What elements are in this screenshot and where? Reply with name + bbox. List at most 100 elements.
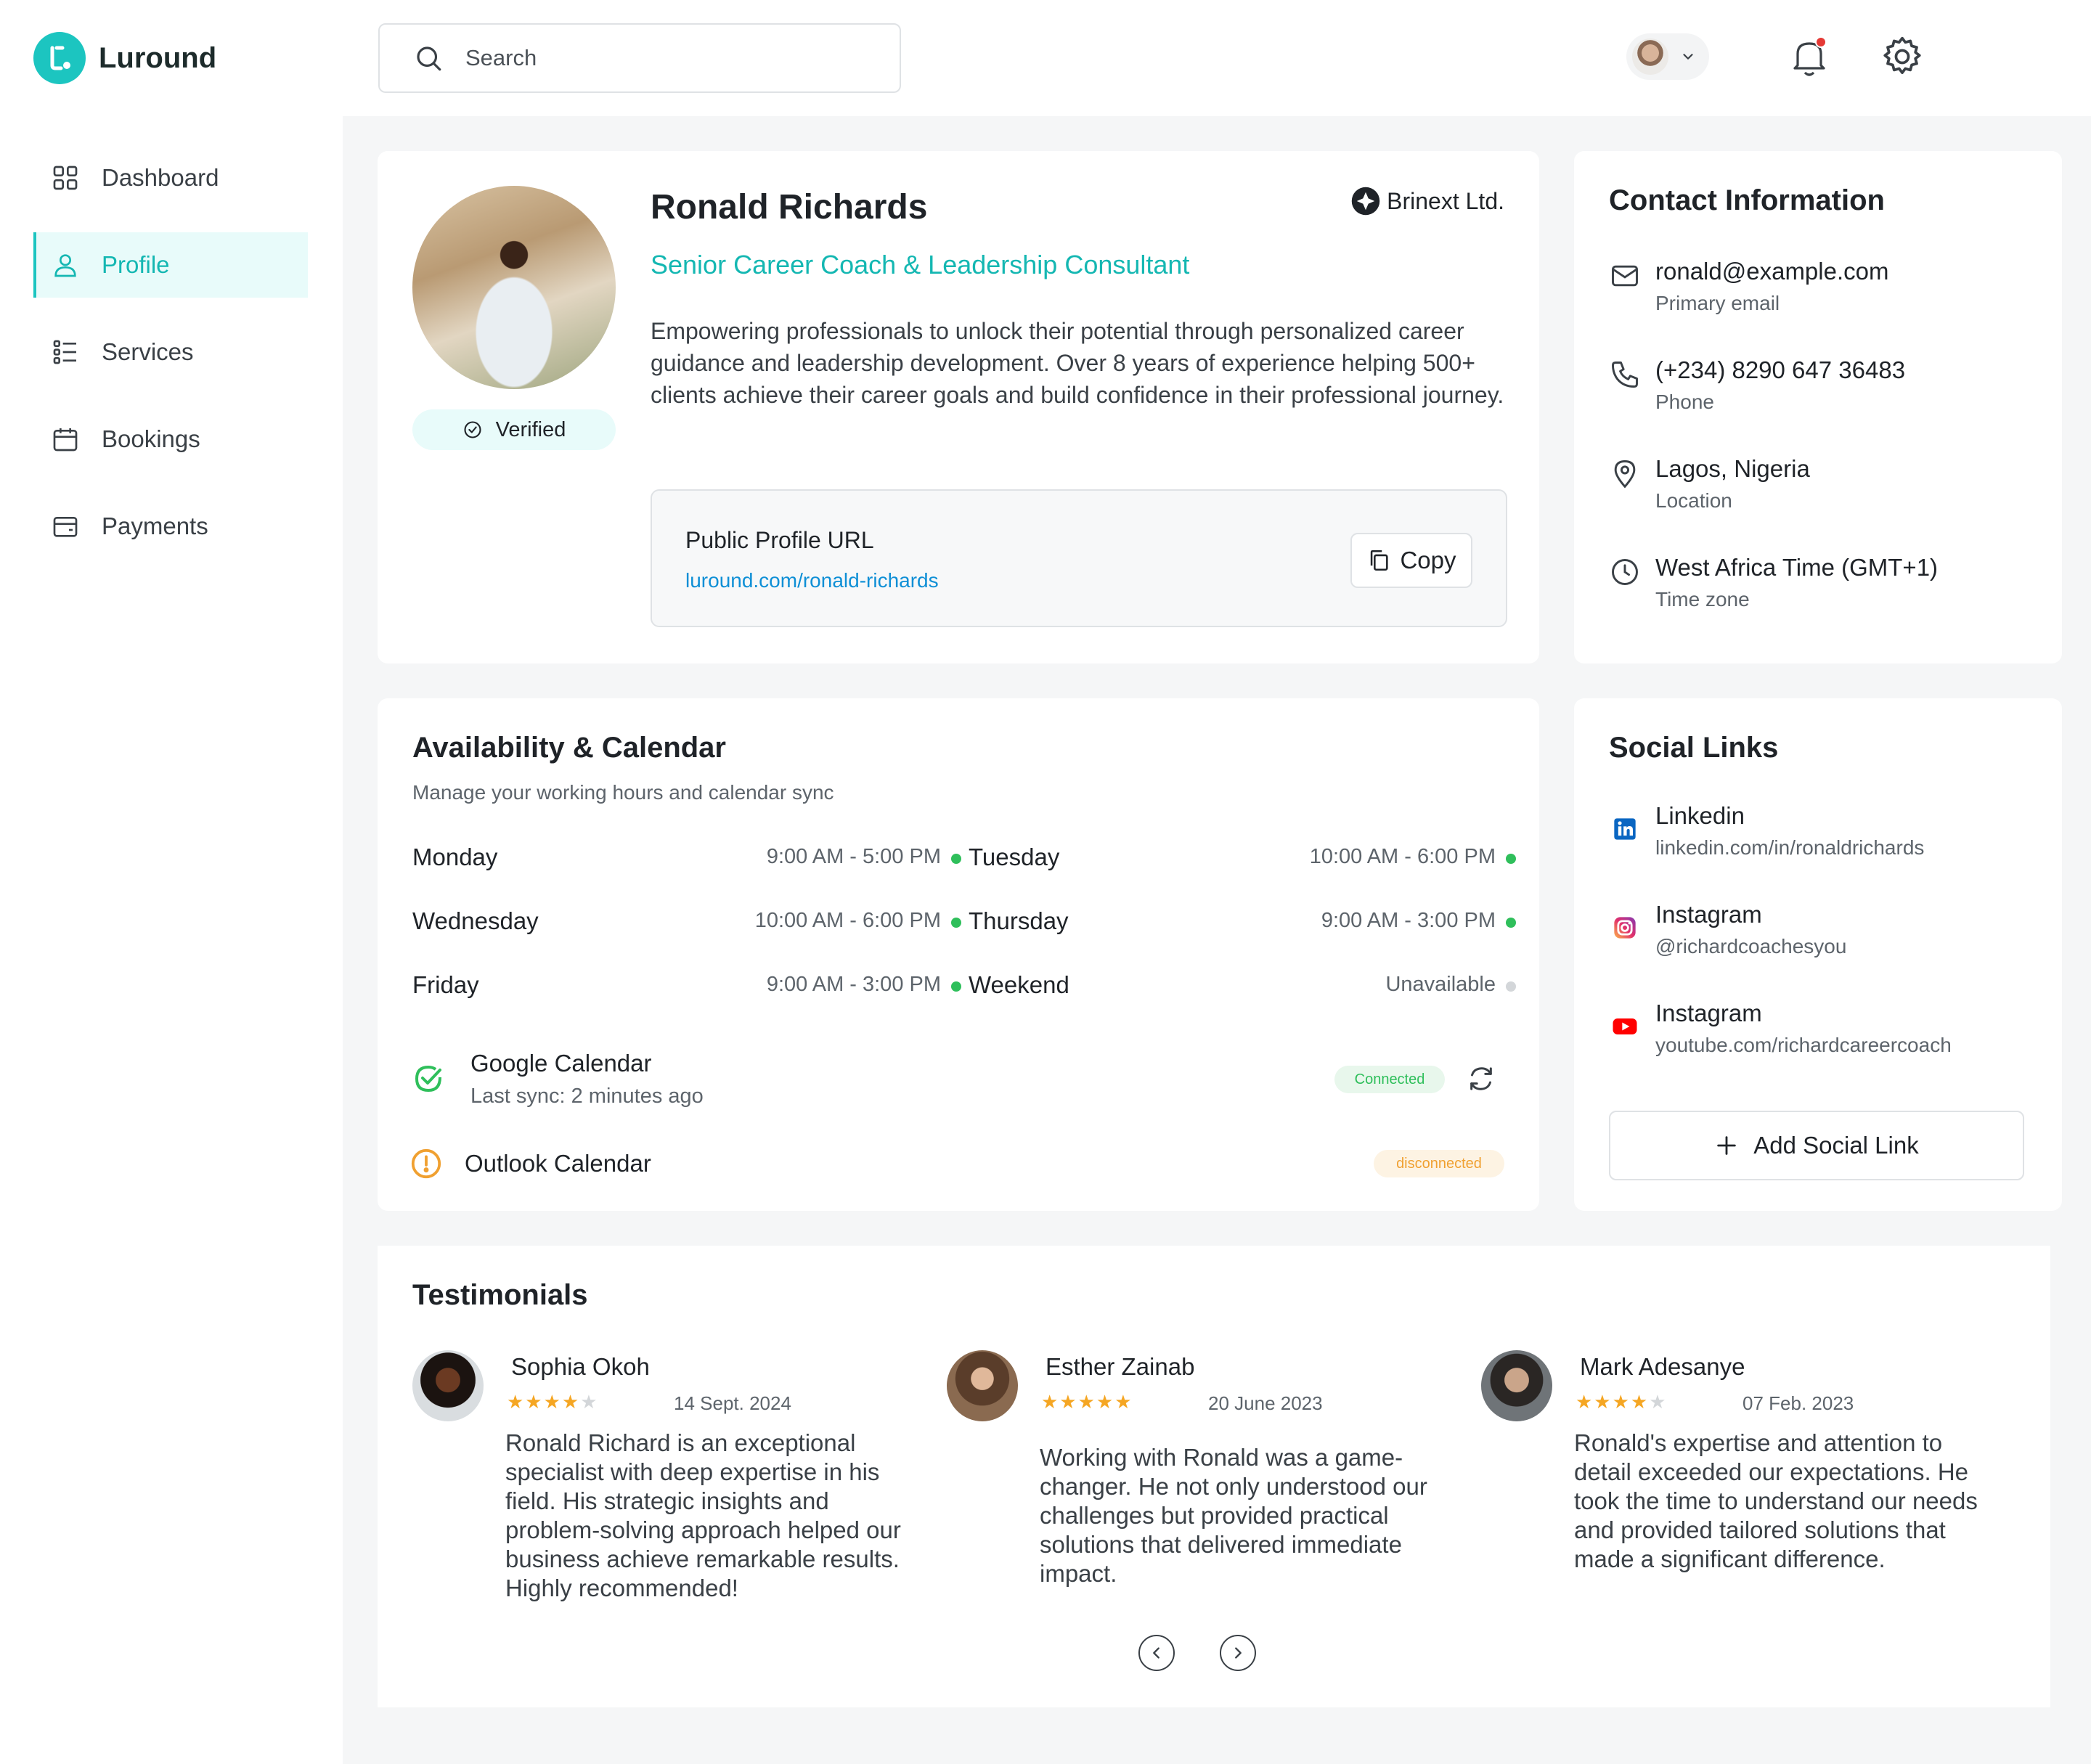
testimonial-text: Working with Ronald was a game-changer. …: [1040, 1444, 1427, 1587]
top-bar: [343, 0, 2091, 116]
mail-icon: [1612, 265, 1638, 287]
social-name: Linkedin: [1655, 802, 1745, 829]
add-social-link-button[interactable]: Add Social Link: [1609, 1111, 2024, 1180]
sidebar-item-payments[interactable]: Payments: [33, 494, 308, 559]
day-weekend: Weekend: [969, 971, 1069, 998]
clock-icon: [1612, 559, 1638, 585]
social-handle: youtube.com/richardcareercoach: [1655, 1034, 1952, 1056]
timezone-value: West Africa Time (GMT+1): [1655, 554, 1939, 581]
sidebar-item-profile[interactable]: Profile: [33, 232, 308, 298]
public-url-box: Public Profile URL luround.com/ronald-ri…: [651, 489, 1507, 627]
account-menu[interactable]: [1626, 33, 1709, 80]
testimonial-date: 07 Feb. 2023: [1742, 1392, 1854, 1414]
contact-timezone: West Africa Time (GMT+1) Time zone: [1609, 553, 1938, 611]
email-label: Primary email: [1655, 292, 1780, 314]
status-dot: [1506, 981, 1516, 992]
testimonial-text: Ronald's expertise and attention to deta…: [1574, 1429, 1978, 1572]
testimonial-author: Esther Zainab: [1046, 1353, 1195, 1380]
hours-tuesday: 10:00 AM - 6:00 PM: [1309, 845, 1496, 868]
next-button[interactable]: [1220, 1635, 1256, 1671]
day-wednesday: Wednesday: [412, 907, 539, 934]
avatar: [1632, 38, 1668, 75]
sidebar-item-dashboard[interactable]: Dashboard: [33, 145, 308, 211]
calendar-icon: [53, 428, 78, 452]
google-calendar-sync: Last sync: 2 minutes ago: [470, 1085, 704, 1108]
timezone-label: Time zone: [1655, 588, 1750, 611]
warning-circle-icon: [411, 1148, 441, 1179]
profile-name: Ronald Richards: [651, 188, 928, 226]
youtube-icon: [1613, 1018, 1637, 1034]
hours-wednesday: 10:00 AM - 6:00 PM: [754, 909, 941, 932]
brand-logo[interactable]: Luround: [33, 32, 216, 84]
social-link-youtube[interactable]: Instagram youtube.com/richardcareercoach: [1609, 999, 1952, 1057]
company-logo-icon: [1351, 187, 1380, 216]
plus-icon: [1717, 1136, 1736, 1155]
status-badge: disconnected: [1374, 1150, 1504, 1177]
sidebar-item-bookings[interactable]: Bookings: [33, 407, 308, 472]
social-link-instagram[interactable]: Instagram @richardcoachesyou: [1609, 900, 1846, 958]
sidebar-item-label: Payments: [102, 513, 208, 539]
phone-icon: [1612, 362, 1638, 388]
main-content: Verified Ronald Richards Brinext Ltd. Se…: [343, 116, 2091, 1764]
hours-monday: 9:00 AM - 5:00 PM: [766, 845, 941, 868]
company-name: Brinext Ltd.: [1387, 187, 1504, 214]
location-label: Location: [1655, 489, 1732, 512]
social-name: Instagram: [1655, 901, 1762, 928]
search-input[interactable]: [465, 45, 872, 71]
day-tuesday: Tuesday: [969, 844, 1060, 870]
sidebar: Luround Dashboard Profile Services Booki…: [0, 0, 343, 1764]
avatar: [412, 1350, 484, 1421]
sidebar-item-services[interactable]: Services: [33, 319, 308, 385]
location-pin-icon: [1614, 460, 1636, 489]
luround-logo-icon: [33, 32, 86, 84]
day-monday: Monday: [412, 844, 498, 870]
hours-weekend: Unavailable: [1385, 973, 1496, 996]
social-links-card: Social Links Linkedin linkedin.com/in/ron…: [1574, 698, 2062, 1211]
notifications-button[interactable]: [1786, 33, 1833, 80]
social-handle: linkedin.com/in/ronaldrichards: [1655, 836, 1925, 859]
phone-value: (+234) 8290 647 36483: [1655, 356, 1906, 383]
sidebar-item-label: Services: [102, 338, 194, 365]
testimonial-text: Ronald Richard is an exceptional special…: [505, 1429, 901, 1601]
sidebar-item-label: Profile: [102, 251, 170, 278]
social-link-linkedin[interactable]: Linkedin linkedin.com/in/ronaldrichards: [1609, 801, 1924, 859]
copy-icon: [1371, 550, 1389, 571]
day-thursday: Thursday: [969, 907, 1069, 934]
refresh-icon[interactable]: [1467, 1064, 1496, 1093]
avatar: [1481, 1350, 1552, 1421]
testimonials-card: Testimonials Sophia Okoh ★★★★★ 14 Sept. …: [378, 1246, 2050, 1707]
verified-label: Verified: [495, 417, 566, 441]
contact-location: Lagos, Nigeria Location: [1609, 454, 1810, 513]
company: Brinext Ltd.: [1350, 186, 1504, 216]
contact-email[interactable]: ronald@example.com Primary email: [1609, 257, 1888, 315]
public-url-link[interactable]: luround.com/ronald-richards: [685, 569, 939, 592]
sidebar-item-label: Bookings: [102, 425, 200, 452]
availability-title: Availability & Calendar: [412, 732, 726, 764]
testimonial-date: 14 Sept. 2024: [674, 1392, 791, 1414]
chevron-down-icon: [1683, 54, 1693, 60]
profile-photo: [412, 186, 616, 389]
sidebar-nav: Dashboard Profile Services Bookings Paym…: [33, 145, 308, 581]
availability-card: Availability & Calendar Manage your work…: [378, 698, 1539, 1211]
hours-friday: 9:00 AM - 3:00 PM: [766, 973, 941, 996]
day-friday: Friday: [412, 971, 479, 998]
linkedin-icon: [1614, 818, 1636, 840]
public-url-label: Public Profile URL: [685, 527, 874, 553]
availability-subtitle: Manage your working hours and calendar s…: [412, 781, 834, 804]
chevron-right-icon: [1235, 1647, 1242, 1659]
settings-button[interactable]: [1879, 33, 1925, 80]
user-icon: [54, 254, 76, 277]
check-circle-icon: [415, 1065, 441, 1093]
contact-phone[interactable]: (+234) 8290 647 36483 Phone: [1609, 356, 1905, 414]
previous-button[interactable]: [1138, 1635, 1175, 1671]
contact-card: Contact Information ronald@example.com Pr…: [1574, 151, 2062, 663]
avatar: [947, 1350, 1018, 1421]
status-dot: [1506, 854, 1516, 864]
location-value: Lagos, Nigeria: [1655, 455, 1810, 482]
search-box[interactable]: [378, 23, 901, 93]
copy-button[interactable]: Copy: [1350, 533, 1472, 588]
check-badge-icon: [464, 421, 481, 438]
social-handle: @richardcoachesyou: [1655, 935, 1847, 957]
verified-badge: Verified: [412, 409, 616, 450]
add-social-link-label: Add Social Link: [1753, 1132, 1919, 1159]
